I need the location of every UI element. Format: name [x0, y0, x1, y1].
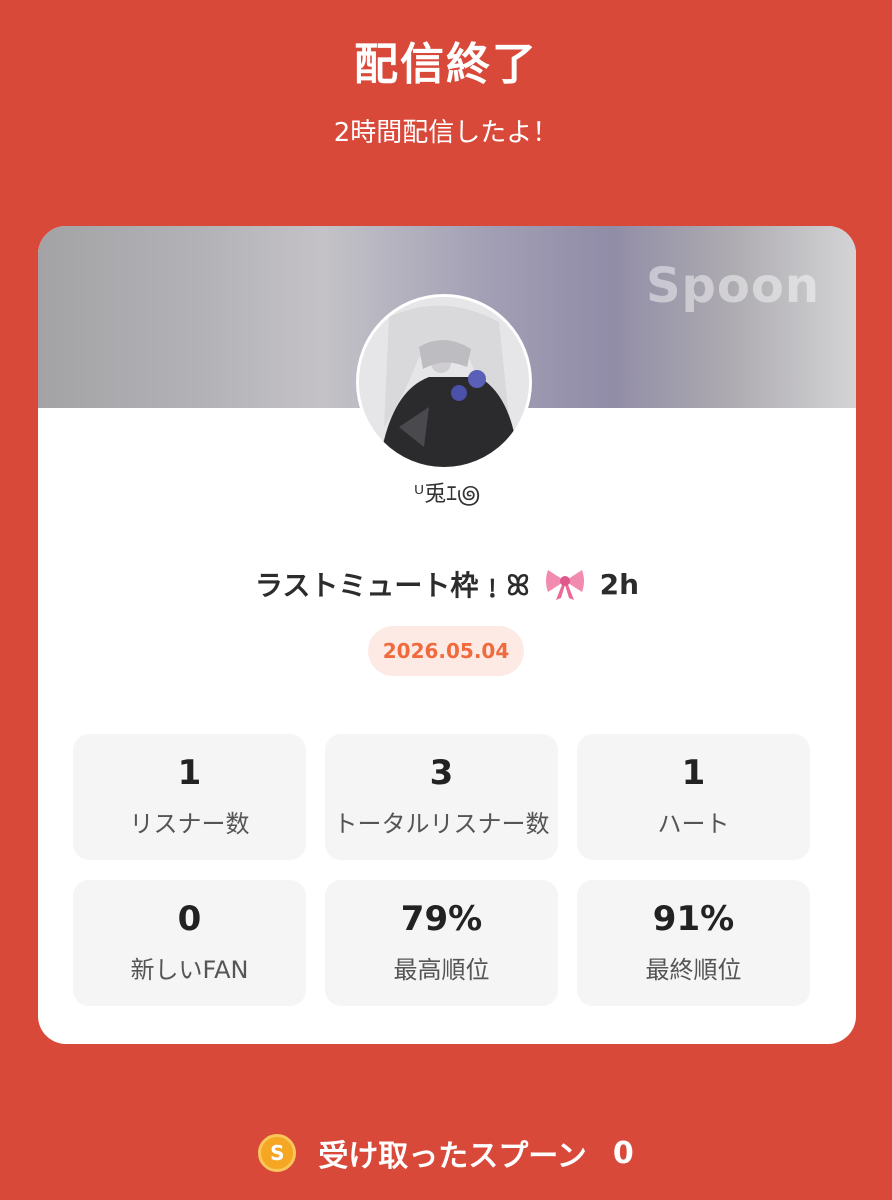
- stat-label: 最終順位: [645, 955, 742, 984]
- page-title: 配信終了: [354, 39, 538, 90]
- stat-value: 1: [177, 752, 202, 793]
- stat-value: 91%: [652, 898, 735, 939]
- date-badge: 2026.05.04: [368, 626, 524, 676]
- stat-value: 1: [681, 752, 706, 793]
- stat-value: 0: [177, 898, 202, 939]
- username: ᵁ兎ｴ౷: [413, 482, 481, 507]
- stat-hearts: 1 ハート: [577, 734, 810, 860]
- stat-label: トータルリスナー数: [333, 809, 550, 838]
- spoons-received-label: 受け取ったスプーン: [318, 1139, 587, 1174]
- spoons-received-value: 0: [612, 1135, 634, 1171]
- stat-value: 3: [429, 752, 454, 793]
- stream-title-row: ラストミュート枠﹗ꕤ 2h: [38, 564, 856, 604]
- broadcast-summary-card: Spoon ᵁ兎ｴ౷ ラストミュート枠﹗ꕤ 2h 2026.05.04 1 リス…: [38, 226, 856, 1044]
- ribbon-icon: [544, 567, 586, 601]
- spoon-coin-icon: S: [258, 1134, 297, 1172]
- avatar[interactable]: [356, 294, 532, 470]
- stat-label: 新しいFAN: [130, 955, 249, 984]
- stat-label: リスナー数: [129, 809, 250, 838]
- stream-duration: 2h: [599, 567, 640, 601]
- stream-title: ラストミュート枠﹗ꕤ: [254, 569, 530, 602]
- spoons-received-row: S 受け取ったスプーン 0: [0, 1130, 892, 1176]
- stat-label: 最高順位: [393, 955, 490, 984]
- stat-final-rank: 91% 最終順位: [577, 880, 810, 1006]
- avatar-image: [359, 297, 529, 467]
- page-subtitle: 2時間配信したよ！: [333, 118, 559, 148]
- stat-listeners: 1 リスナー数: [73, 734, 306, 860]
- stat-value: 79%: [400, 898, 483, 939]
- stat-label: ハート: [657, 809, 730, 838]
- brand-watermark: Spoon: [645, 258, 820, 314]
- stats-grid: 1 リスナー数 3 トータルリスナー数 1 ハート 0 新しいFAN 79% 最…: [73, 734, 811, 1006]
- stat-best-rank: 79% 最高順位: [325, 880, 558, 1006]
- stat-total-listeners: 3 トータルリスナー数: [325, 734, 558, 860]
- stat-new-fans: 0 新しいFAN: [73, 880, 306, 1006]
